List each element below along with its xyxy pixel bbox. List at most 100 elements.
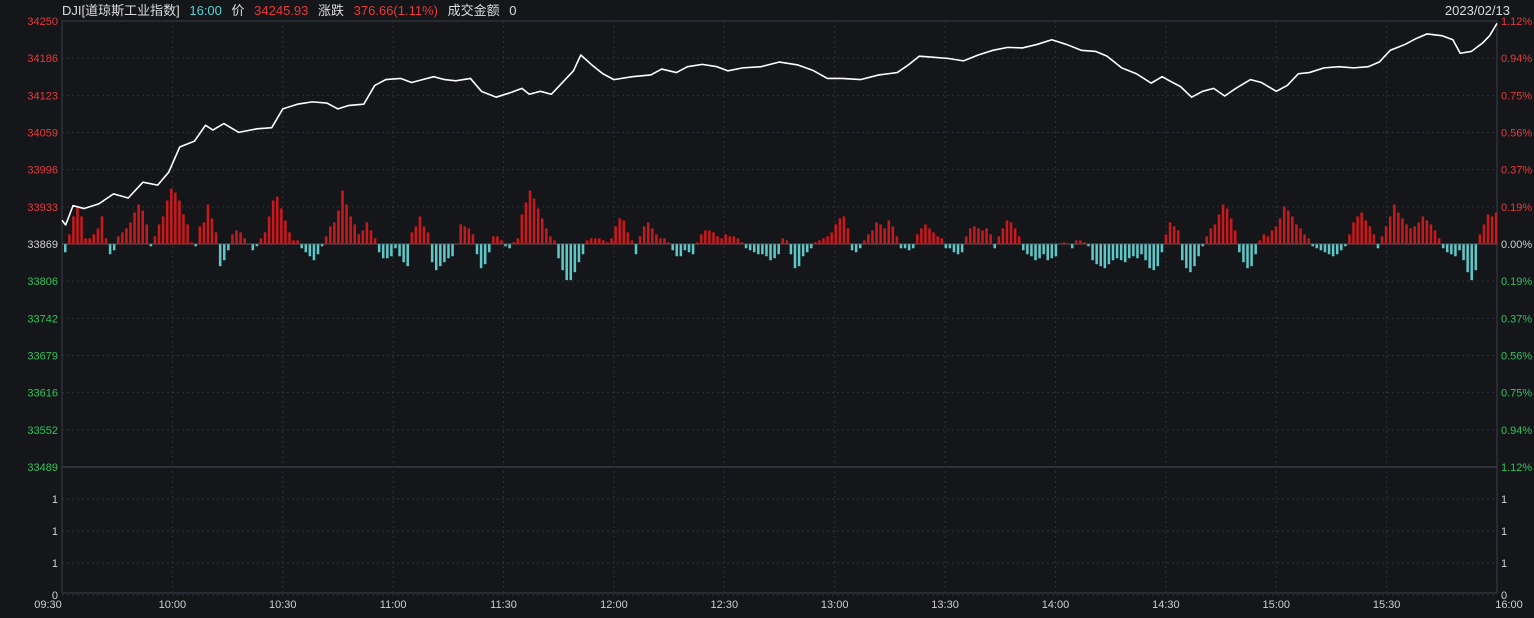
change-bar-up <box>1258 240 1262 245</box>
change-bar-down <box>1340 244 1343 251</box>
change-bar-up <box>545 228 548 245</box>
change-bar-up <box>271 200 275 245</box>
change-bar-up <box>928 228 931 245</box>
change-bar-up <box>1409 228 1412 245</box>
change-bar-up <box>492 236 495 245</box>
change-bar-down <box>398 244 401 257</box>
change-bar-down <box>773 244 776 259</box>
change-bar-up <box>842 216 846 245</box>
change-bar-down <box>675 244 679 257</box>
y-tick-left: 33552 <box>27 425 58 437</box>
change-bar-up <box>471 234 475 245</box>
change-bar-up <box>1225 208 1229 245</box>
change-bar-down <box>255 244 259 247</box>
change-bar-up <box>532 198 536 245</box>
change-bar-up <box>365 222 369 245</box>
change-bar-up <box>659 238 662 245</box>
change-bar-down <box>108 244 112 255</box>
x-tick: 16:00 <box>1495 599 1523 611</box>
change-bar-up <box>353 224 356 245</box>
change-bar-up <box>1372 234 1376 245</box>
change-bar-down <box>1119 244 1123 261</box>
change-bar-up <box>100 216 104 245</box>
change-bar-down <box>765 244 768 257</box>
change-bar-down <box>1197 244 1200 257</box>
change-bar-down <box>1466 244 1469 273</box>
change-bar-up <box>186 224 189 245</box>
change-bar-up <box>1486 214 1490 245</box>
change-bar-up <box>1364 220 1367 245</box>
change-bar-up <box>206 204 210 245</box>
change-bar-up <box>989 234 992 245</box>
change-bar-up <box>920 228 923 245</box>
change-bar-up <box>1221 204 1225 245</box>
change-bar-up <box>80 216 83 245</box>
change-bar-down <box>569 244 573 281</box>
change-bar-up <box>496 236 499 245</box>
plot-frame <box>61 20 1498 594</box>
y-tick-left: 33679 <box>27 351 58 363</box>
change-bar-up <box>369 230 373 245</box>
change-bar-up <box>153 236 157 245</box>
change-bar-down <box>402 244 405 263</box>
change-bar-up <box>1278 218 1282 245</box>
change-bar-up <box>72 216 75 245</box>
change-bar-down <box>1446 244 1449 253</box>
change-bar-up <box>932 232 935 245</box>
change-bar-down <box>1246 244 1249 269</box>
change-bar-up <box>553 240 556 245</box>
change-bar-up <box>638 236 642 245</box>
change-bar-down <box>1123 244 1127 263</box>
y-tick-left: 33933 <box>27 202 58 214</box>
change-bar-up <box>1352 222 1355 245</box>
change-bar-up <box>116 236 120 245</box>
change-bar-up <box>695 242 699 245</box>
change-bar-down <box>899 244 903 249</box>
change-bar-up <box>964 236 968 245</box>
change-bar-down <box>1189 244 1192 273</box>
y-tick-left: 34123 <box>27 90 58 102</box>
change-bar-up <box>414 226 418 245</box>
change-bar-up <box>740 242 744 245</box>
change-bar-up <box>704 230 707 245</box>
change-bar-up <box>520 214 524 245</box>
change-bar-up <box>463 226 467 245</box>
change-bar-up <box>667 242 670 245</box>
change-bar-down <box>1474 244 1478 271</box>
change-bar-down <box>1376 244 1380 249</box>
change-bar-down <box>430 244 434 263</box>
change-bar-up <box>981 230 984 245</box>
change-bar-up <box>1356 216 1359 245</box>
y-tick-right: 1.12% <box>1501 16 1532 28</box>
change-bar-down <box>64 244 67 253</box>
change-bar-up <box>333 222 336 245</box>
change-bar-up <box>838 218 842 245</box>
change-bar-up <box>231 234 234 245</box>
change-bar-down <box>1323 244 1327 253</box>
change-bar-up <box>1168 222 1172 245</box>
change-bar-up <box>728 236 732 245</box>
x-tick: 12:00 <box>600 599 628 611</box>
change-bar-down <box>1099 244 1103 267</box>
change-bar-up <box>1417 222 1420 245</box>
change-bar-up <box>1164 234 1168 245</box>
change-bar-up <box>92 234 96 245</box>
change-bar-down <box>1315 244 1319 249</box>
change-bar-up <box>593 238 597 245</box>
y-tick-left: 34059 <box>27 128 58 140</box>
change-bar-up <box>263 232 267 245</box>
change-bar-down <box>671 244 674 251</box>
change-bar-up <box>1478 234 1482 245</box>
change-bar-down <box>194 244 197 247</box>
change-bar-up <box>284 220 287 245</box>
change-bar-down <box>1095 244 1098 265</box>
change-bar-down <box>948 244 952 249</box>
change-bar-down <box>1201 244 1204 247</box>
change-bar-down <box>1242 244 1245 263</box>
change-bar-up <box>883 228 886 245</box>
change-bar-down <box>757 244 760 255</box>
change-bar-up <box>969 228 972 245</box>
y-tick-left: 33806 <box>27 276 58 288</box>
change-bar-down <box>1441 244 1445 249</box>
change-bar-up <box>1437 238 1441 245</box>
